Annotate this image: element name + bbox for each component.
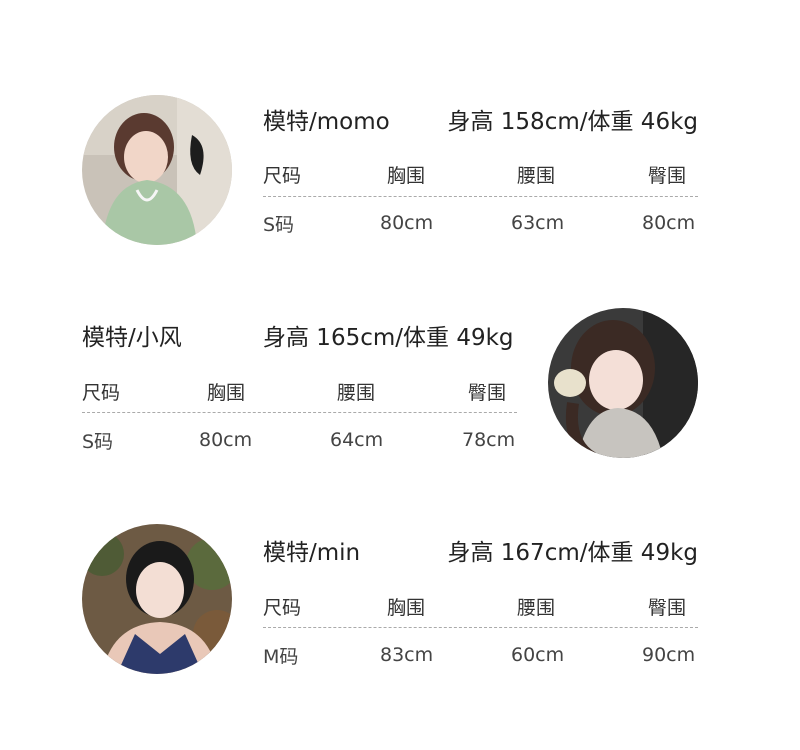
header-waist: 腰围 — [517, 597, 556, 619]
header-bust: 胸围 — [387, 597, 426, 619]
header-hip: 臀围 — [648, 597, 687, 619]
value-size: S码 — [263, 214, 295, 236]
model-photo-min — [82, 524, 232, 674]
value-waist: 60cm — [511, 644, 565, 666]
value-hip: 80cm — [642, 212, 696, 234]
divider — [263, 627, 698, 628]
divider — [82, 412, 517, 413]
divider — [263, 196, 698, 197]
model-name: 模特/momo — [263, 109, 390, 135]
model-stats: 身高 165cm/体重 49kg — [263, 325, 514, 351]
value-waist: 64cm — [330, 429, 384, 451]
value-size: S码 — [82, 431, 114, 453]
model-stats: 身高 158cm/体重 46kg — [447, 109, 698, 135]
header-bust: 胸围 — [207, 382, 246, 404]
value-waist: 63cm — [511, 212, 565, 234]
header-waist: 腰围 — [337, 382, 376, 404]
value-size: M码 — [263, 646, 299, 668]
header-size: 尺码 — [263, 165, 302, 187]
header-waist: 腰围 — [517, 165, 556, 187]
value-bust: 80cm — [380, 212, 434, 234]
header-size: 尺码 — [82, 382, 121, 404]
value-hip: 78cm — [462, 429, 516, 451]
model-photo-momo — [82, 95, 232, 245]
header-hip: 臀围 — [648, 165, 687, 187]
model-name: 模特/小风 — [82, 325, 182, 351]
value-hip: 90cm — [642, 644, 696, 666]
model-photo-xiaofeng — [548, 308, 698, 458]
value-bust: 83cm — [380, 644, 434, 666]
value-bust: 80cm — [199, 429, 253, 451]
header-size: 尺码 — [263, 597, 302, 619]
header-bust: 胸围 — [387, 165, 426, 187]
model-stats: 身高 167cm/体重 49kg — [447, 540, 698, 566]
header-hip: 臀围 — [468, 382, 507, 404]
model-name: 模特/min — [263, 540, 361, 566]
